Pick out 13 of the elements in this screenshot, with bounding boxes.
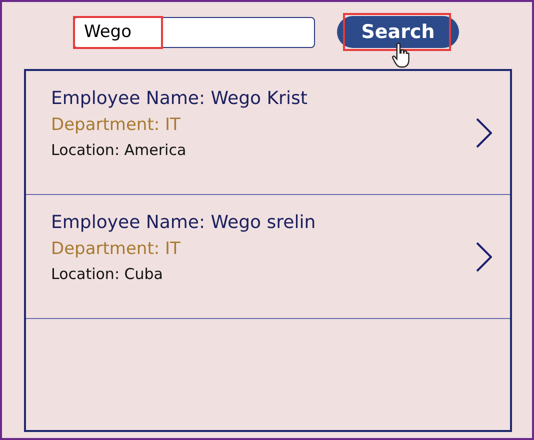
chevron-right-icon[interactable] <box>476 118 492 148</box>
employee-name: Employee Name: Wego srelin <box>51 212 317 233</box>
location-text: Location: Cuba <box>51 265 164 283</box>
hand-cursor-icon <box>392 42 410 68</box>
chevron-right-icon[interactable] <box>476 242 492 272</box>
gallery-item[interactable]: Employee Name: Wego srelin Department: IT Location: Cuba <box>26 195 510 319</box>
employee-name: Employee Name: Wego Krist <box>51 88 308 109</box>
department-text: Department: IT <box>51 239 182 259</box>
search-field[interactable]: Wego <box>73 16 315 48</box>
location-text: Location: America <box>51 141 188 159</box>
search-button[interactable]: Search <box>337 16 459 48</box>
gallery-item[interactable]: Employee Name: Wego Krist Department: IT Location: America <box>26 71 510 195</box>
department-text: Department: IT <box>51 115 182 135</box>
